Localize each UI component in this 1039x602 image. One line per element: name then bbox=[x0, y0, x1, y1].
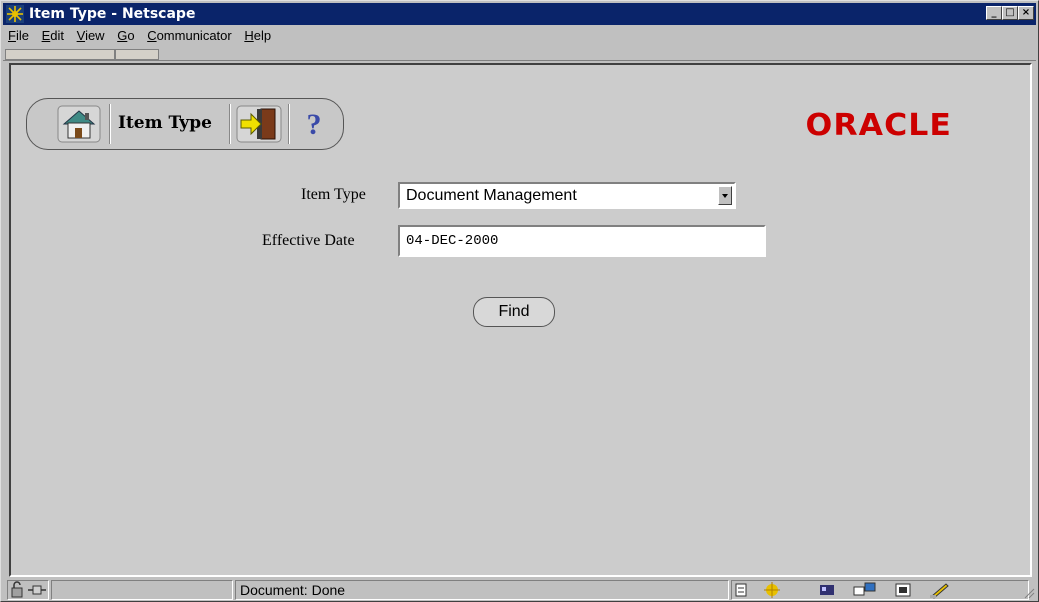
close-button[interactable]: × bbox=[1018, 6, 1034, 20]
menu-communicator[interactable]: Communicator bbox=[147, 26, 232, 46]
pen-icon bbox=[930, 583, 949, 599]
browser-window: Item Type - Netscape _ □ × File Edit Vie… bbox=[0, 0, 1039, 602]
menu-edit[interactable]: Edit bbox=[42, 26, 64, 46]
security-status-box bbox=[7, 580, 49, 600]
toolbar-separator bbox=[109, 104, 111, 144]
component-icons bbox=[735, 582, 949, 599]
title-bar: Item Type - Netscape _ □ × bbox=[3, 3, 1036, 25]
oracle-logo: ORACLE bbox=[805, 108, 952, 143]
toolbar-separator bbox=[229, 104, 231, 144]
help-icon[interactable]: ? bbox=[297, 104, 331, 144]
lock-icon[interactable] bbox=[8, 581, 48, 599]
collapsed-toolbar-tab-location[interactable] bbox=[115, 49, 159, 60]
effective-date-label: Effective Date bbox=[262, 232, 355, 249]
navigator-icon bbox=[764, 582, 780, 598]
component-bar bbox=[731, 580, 1029, 600]
progress-box bbox=[51, 580, 233, 600]
toolbar-tab-strip bbox=[3, 48, 1036, 61]
menu-go[interactable]: Go bbox=[117, 26, 134, 46]
maximize-button[interactable]: □ bbox=[1002, 6, 1018, 20]
status-bar bbox=[3, 579, 1036, 601]
menu-file[interactable]: File bbox=[8, 26, 29, 46]
help-glyph: ? bbox=[307, 108, 322, 141]
home-icon[interactable] bbox=[56, 104, 102, 144]
composer-icon bbox=[895, 583, 911, 597]
toolbar-separator bbox=[288, 104, 290, 144]
status-text: Document: Done bbox=[240, 582, 346, 598]
resize-grip-icon[interactable] bbox=[1023, 585, 1035, 599]
menu-view[interactable]: View bbox=[77, 26, 105, 46]
toolbar-title: Item Type bbox=[118, 113, 212, 133]
window-title: Item Type - Netscape bbox=[29, 6, 196, 22]
list-icon bbox=[735, 583, 747, 597]
exit-door-icon[interactable] bbox=[235, 104, 283, 144]
mail-icon bbox=[820, 585, 834, 595]
netscape-icon bbox=[6, 5, 24, 23]
item-type-value: Document Management bbox=[406, 187, 577, 204]
item-type-select[interactable]: Document Management bbox=[398, 182, 736, 209]
menu-bar: File Edit View Go Communicator Help bbox=[3, 26, 1036, 46]
dropdown-arrow-icon[interactable] bbox=[718, 186, 732, 205]
minimize-button[interactable]: _ bbox=[986, 6, 1002, 20]
item-type-label: Item Type bbox=[301, 186, 366, 203]
menu-help[interactable]: Help bbox=[244, 26, 271, 46]
collapsed-toolbar-tab-navigation[interactable] bbox=[5, 49, 115, 60]
effective-date-input[interactable]: 04-DEC-2000 bbox=[398, 225, 766, 257]
discussion-icon bbox=[853, 582, 876, 596]
find-button[interactable]: Find bbox=[473, 297, 555, 327]
